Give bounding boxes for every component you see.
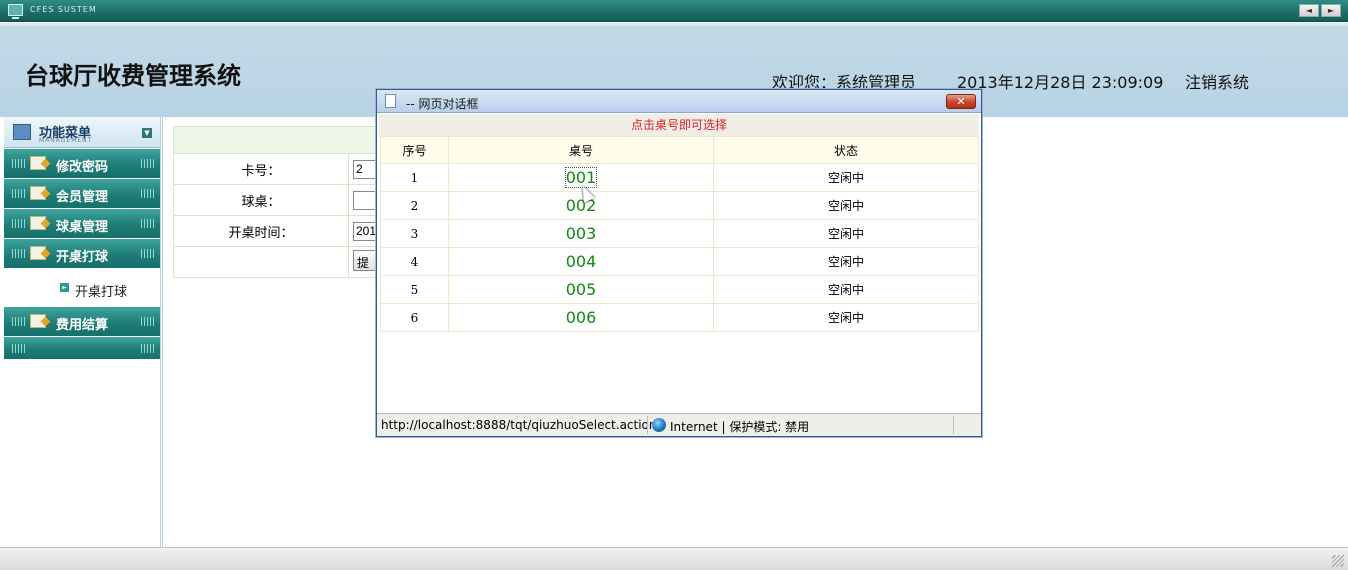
table-number-link[interactable]: 004 bbox=[566, 252, 597, 271]
document-icon bbox=[385, 94, 396, 108]
sidebar-item-label: 修改密码 bbox=[55, 160, 108, 175]
chevron-down-icon[interactable]: ▼ bbox=[142, 128, 152, 138]
table-number-link[interactable]: 005 bbox=[566, 280, 597, 299]
stripe-decoration bbox=[141, 219, 155, 228]
logout-link[interactable]: 注销系统 bbox=[1185, 69, 1249, 93]
sidebar-item-label: 会员管理 bbox=[55, 190, 108, 205]
table-header-row: 序号 桌号 状态 bbox=[380, 136, 979, 164]
table-row: 1 001 空闲中 bbox=[380, 163, 979, 192]
close-button[interactable]: ✕ bbox=[946, 94, 976, 109]
row-status: 空闲中 bbox=[713, 247, 979, 276]
sidebar-item-open-table[interactable]: 开桌打球 bbox=[4, 239, 160, 268]
dialog-status-bar: http://localhost:8888/tqt/qiuzhuoSelect.… bbox=[377, 413, 981, 436]
table-number-link[interactable]: 001 bbox=[564, 167, 598, 188]
table-number-cell: 006 bbox=[448, 303, 714, 332]
stripe-decoration bbox=[141, 317, 155, 326]
status-url: http://localhost:8888/tqt/qiuzhuoSelect.… bbox=[381, 418, 657, 432]
sidebar-item-member-management[interactable]: 会员管理 bbox=[4, 179, 160, 208]
table-list: 序号 桌号 状态 1 001 空闲中 2 002 空闲中 3 003 空闲中 4… bbox=[380, 136, 979, 332]
row-no: 4 bbox=[380, 247, 449, 276]
arrow-right-icon: ► bbox=[60, 283, 69, 292]
table-number-cell: 004 bbox=[448, 247, 714, 276]
row-no: 5 bbox=[380, 275, 449, 304]
menu-icon bbox=[13, 124, 31, 140]
sidebar-item-billing[interactable]: 费用结算 bbox=[4, 307, 160, 336]
open-time-label: 开桌时间： bbox=[173, 215, 349, 247]
menu-header: 功能菜单 MANAGEMENT ▼ bbox=[4, 117, 160, 148]
sidebar-item-change-password[interactable]: 修改密码 bbox=[4, 149, 160, 178]
column-header-no: 序号 bbox=[380, 136, 449, 164]
table-select-dialog: -- 网页对话框 ✕ 点击桌号即可选择 序号 桌号 状态 1 001 空闲中 2… bbox=[376, 89, 982, 437]
table-row: 6 006 空闲中 bbox=[380, 303, 979, 332]
stripe-decoration bbox=[141, 159, 155, 168]
resize-grip-icon[interactable] bbox=[1332, 555, 1344, 567]
dialog-title: -- 网页对话框 bbox=[406, 97, 479, 111]
submenu-item-open-table[interactable]: ► 开桌打球 bbox=[4, 268, 160, 306]
row-status: 空闲中 bbox=[713, 163, 979, 192]
sidebar-item-label: 费用结算 bbox=[55, 318, 108, 333]
sidebar-item-label: 开桌打球 bbox=[55, 250, 108, 265]
sidebar: 功能菜单 MANAGEMENT ▼ 修改密码 会员管理 球桌管理 开桌打球 ► … bbox=[4, 117, 164, 547]
nav-prev-button[interactable]: ◄ bbox=[1299, 4, 1319, 17]
card-label: 卡号： bbox=[173, 153, 349, 185]
bottom-status-bar bbox=[0, 547, 1348, 570]
status-divider bbox=[953, 416, 954, 434]
dialog-hint: 点击桌号即可选择 bbox=[379, 114, 979, 136]
submenu-label: 开桌打球 bbox=[75, 285, 128, 300]
system-label: CFES SUSTEM bbox=[30, 5, 97, 14]
sidebar-item-table-management[interactable]: 球桌管理 bbox=[4, 209, 160, 238]
stripe-decoration bbox=[141, 344, 155, 353]
table-number-link[interactable]: 006 bbox=[566, 308, 597, 327]
row-no: 2 bbox=[380, 191, 449, 220]
stripe-decoration bbox=[141, 249, 155, 258]
table-label: 球桌： bbox=[173, 184, 349, 216]
window-title-bar: CFES SUSTEM ◄ ► bbox=[0, 0, 1348, 22]
status-divider bbox=[647, 416, 648, 434]
sidebar-item-label: 球桌管理 bbox=[55, 220, 108, 235]
row-status: 空闲中 bbox=[713, 275, 979, 304]
column-header-table: 桌号 bbox=[448, 136, 714, 164]
stripe-decoration bbox=[141, 189, 155, 198]
nav-next-button[interactable]: ► bbox=[1321, 4, 1341, 17]
security-zone: Internet | 保护模式: 禁用 bbox=[670, 420, 810, 434]
row-status: 空闲中 bbox=[713, 191, 979, 220]
row-status: 空闲中 bbox=[713, 303, 979, 332]
table-row: 5 005 空闲中 bbox=[380, 275, 979, 304]
row-no: 3 bbox=[380, 219, 449, 248]
table-row: 2 002 空闲中 bbox=[380, 191, 979, 220]
empty-label bbox=[173, 246, 349, 278]
sidebar-footer bbox=[4, 337, 160, 359]
stripe-decoration bbox=[12, 344, 26, 353]
app-title: 台球厅收费管理系统 bbox=[25, 61, 241, 90]
globe-icon bbox=[652, 418, 666, 432]
monitor-icon bbox=[8, 4, 23, 19]
table-row: 3 003 空闲中 bbox=[380, 219, 979, 248]
menu-subtitle: MANAGEMENT bbox=[39, 137, 93, 144]
row-no: 1 bbox=[380, 163, 449, 192]
table-row: 4 004 空闲中 bbox=[380, 247, 979, 276]
table-number-cell: 003 bbox=[448, 219, 714, 248]
row-no: 6 bbox=[380, 303, 449, 332]
row-status: 空闲中 bbox=[713, 219, 979, 248]
dialog-title-bar[interactable]: -- 网页对话框 ✕ bbox=[377, 90, 981, 113]
table-number-cell: 005 bbox=[448, 275, 714, 304]
datetime-text: 2013年12月28日 23:09:09 bbox=[957, 73, 1164, 92]
column-header-status: 状态 bbox=[713, 136, 979, 164]
table-number-link[interactable]: 003 bbox=[566, 224, 597, 243]
